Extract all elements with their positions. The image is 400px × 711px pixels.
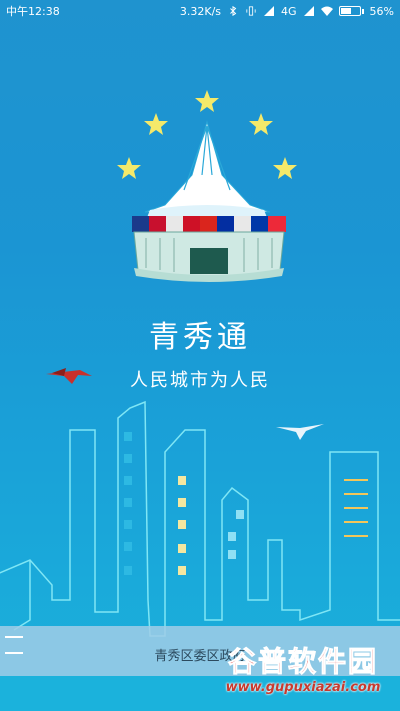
menu-icon	[5, 636, 23, 638]
building-emblem-icon	[132, 120, 286, 282]
star-icon	[195, 90, 219, 112]
star-icon	[249, 113, 273, 135]
app-title: 青秀通	[149, 320, 251, 355]
app-slogan: 人民城市为人民	[130, 370, 270, 391]
watermark-url: www.gupuxiazai.com	[225, 680, 381, 695]
star-icon	[144, 113, 168, 135]
watermark-name: 谷普软件园	[227, 645, 378, 679]
star-icon	[273, 157, 297, 179]
window-lights	[124, 432, 368, 575]
watermark: 谷普软件园 www.gupuxiazai.com	[210, 640, 396, 710]
city-skyline	[0, 400, 400, 637]
star-icon	[117, 157, 141, 179]
bird-right-icon	[276, 424, 324, 440]
